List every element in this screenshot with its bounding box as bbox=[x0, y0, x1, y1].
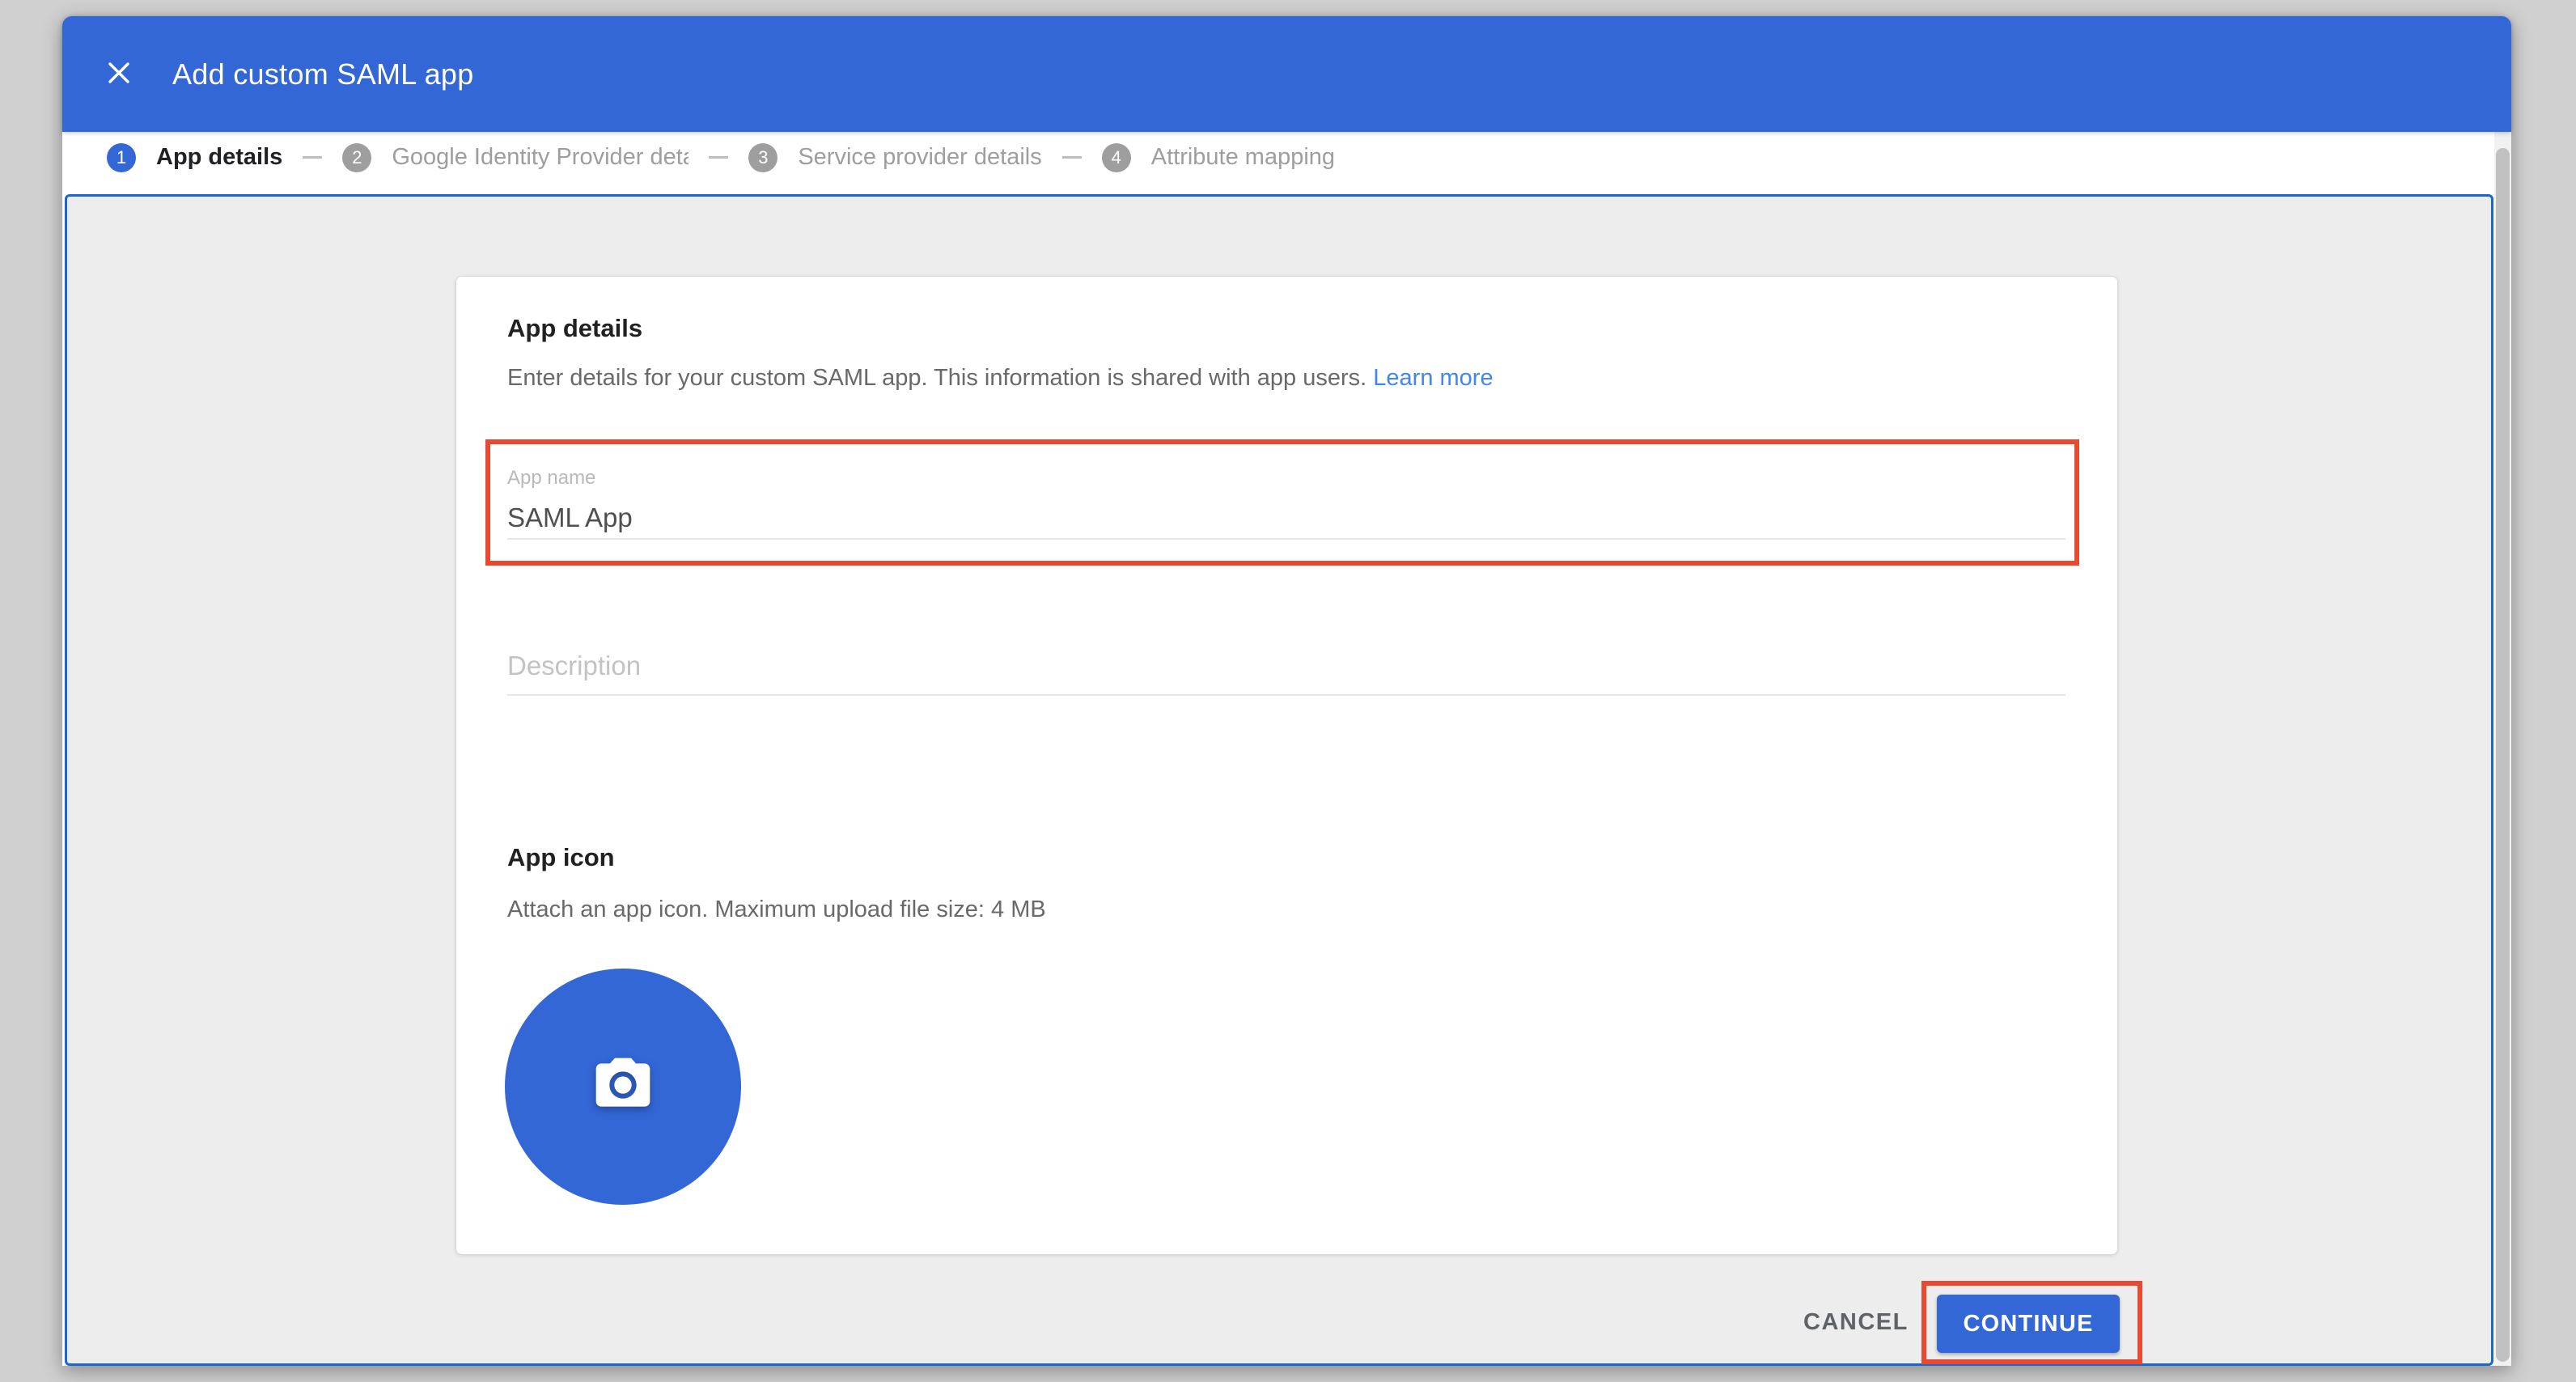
step-1-label: App details bbox=[156, 144, 282, 171]
step-google-idp-details[interactable]: 2 Google Identity Provider details bbox=[342, 143, 688, 172]
scrollbar-track[interactable] bbox=[2494, 132, 2511, 1366]
app-name-label: App name bbox=[507, 467, 595, 490]
step-4-label: Attribute mapping bbox=[1151, 144, 1335, 171]
step-3-label: Service provider details bbox=[798, 144, 1041, 171]
step-divider bbox=[1062, 156, 1082, 159]
content-area: App details Enter details for your custo… bbox=[65, 194, 2493, 1366]
cancel-button[interactable]: CANCEL bbox=[1799, 1308, 1913, 1337]
app-name-underline bbox=[507, 538, 2065, 540]
app-icon-hint: Attach an app icon. Maximum upload file … bbox=[507, 897, 1046, 923]
step-1-circle: 1 bbox=[107, 143, 136, 172]
step-divider bbox=[709, 156, 728, 159]
step-2-circle: 2 bbox=[342, 143, 371, 172]
app-name-input[interactable]: SAML App bbox=[507, 502, 633, 533]
step-attribute-mapping[interactable]: 4 Attribute mapping bbox=[1102, 143, 1335, 172]
card-title: App details bbox=[507, 314, 642, 343]
step-3-circle: 3 bbox=[748, 143, 777, 172]
annotation-box-continue: CONTINUE bbox=[1921, 1281, 2142, 1364]
camera-icon bbox=[591, 1053, 655, 1121]
step-service-provider-details[interactable]: 3 Service provider details bbox=[748, 143, 1041, 172]
step-divider bbox=[303, 156, 322, 159]
add-custom-saml-app-dialog: Add custom SAML app 1 App details 2 Goog… bbox=[62, 16, 2511, 1366]
app-icon-title: App icon bbox=[507, 843, 615, 872]
annotation-box-app-name: App name SAML App bbox=[485, 439, 2079, 566]
card-description: Enter details for your custom SAML app. … bbox=[507, 362, 1493, 393]
description-input[interactable]: Description bbox=[507, 651, 641, 681]
step-2-label: Google Identity Provider details bbox=[392, 144, 688, 171]
app-details-card: App details Enter details for your custo… bbox=[455, 276, 2118, 1255]
dialog-header: Add custom SAML app bbox=[62, 16, 2511, 132]
card-description-text: Enter details for your custom SAML app. … bbox=[507, 365, 1366, 391]
learn-more-link[interactable]: Learn more bbox=[1373, 365, 1493, 391]
description-underline bbox=[507, 694, 2065, 696]
scrollbar-thumb[interactable] bbox=[2496, 148, 2510, 1362]
close-button[interactable] bbox=[101, 57, 137, 92]
step-4-circle: 4 bbox=[1102, 143, 1131, 172]
close-icon bbox=[106, 60, 132, 88]
app-icon-upload-button[interactable] bbox=[505, 969, 741, 1205]
step-app-details[interactable]: 1 App details bbox=[107, 143, 282, 172]
dialog-title: Add custom SAML app bbox=[172, 57, 474, 91]
continue-button[interactable]: CONTINUE bbox=[1937, 1295, 2120, 1353]
stepper: 1 App details 2 Google Identity Provider… bbox=[62, 132, 2494, 194]
